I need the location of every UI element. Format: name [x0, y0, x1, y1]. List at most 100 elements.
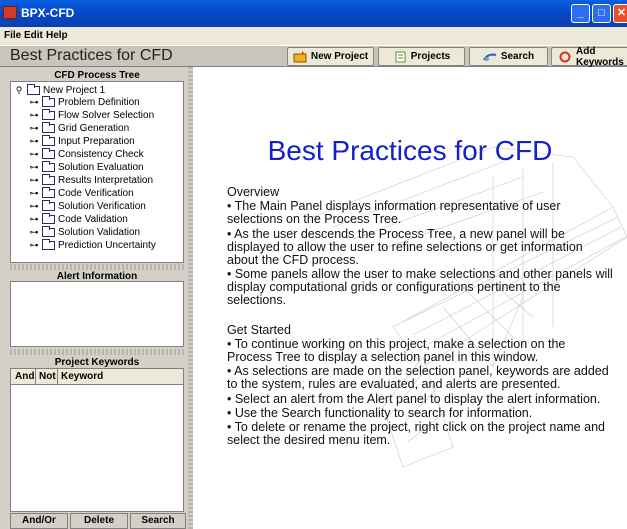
main-panel: Best Practices for CFD Overview • The Ma…	[193, 67, 627, 529]
folder-icon	[42, 225, 55, 237]
tree-item[interactable]: ⊶ Flow Solver Selection	[29, 108, 155, 121]
get-started-item: • As selections are made on the selectio…	[227, 364, 609, 391]
overview-item: • The Main Panel displays information re…	[227, 199, 561, 226]
tree-item[interactable]: ⊶ Prediction Uncertainty	[29, 238, 156, 251]
collapse-handle-icon[interactable]: ⊶	[29, 188, 39, 199]
collapse-handle-icon[interactable]: ⊶	[29, 136, 39, 147]
new-project-icon	[293, 50, 307, 63]
menu-bar: File Edit Help	[0, 27, 627, 45]
add-keywords-icon	[558, 51, 572, 63]
tree-item-label: Code Validation	[58, 213, 128, 225]
folder-icon	[42, 160, 55, 172]
search-keywords-button[interactable]: Search	[130, 513, 186, 529]
minimize-button[interactable]: _	[571, 4, 590, 23]
menu-help[interactable]: Help	[46, 30, 68, 41]
close-button[interactable]: ✕	[613, 4, 627, 23]
tree-item[interactable]: ⊶ Code Verification	[29, 186, 134, 199]
column-and[interactable]: And	[15, 371, 34, 382]
tree-item-label: Input Preparation	[58, 135, 135, 147]
overview-item: • As the user descends the Process Tree,…	[227, 227, 583, 267]
menu-edit[interactable]: Edit	[24, 30, 43, 41]
folder-icon	[42, 238, 55, 250]
tree-root[interactable]: ⚲ New Project 1	[14, 83, 106, 96]
delete-button[interactable]: Delete	[70, 513, 128, 529]
get-started-item: • To continue working on this project, m…	[227, 337, 566, 364]
folder-icon	[42, 134, 55, 146]
search-label: Search	[500, 51, 535, 62]
tree-item-label: Consistency Check	[58, 148, 144, 160]
tree-item[interactable]: ⊶ Input Preparation	[29, 134, 135, 147]
projects-icon	[393, 51, 407, 63]
collapse-handle-icon[interactable]: ⊶	[29, 110, 39, 121]
alert-keywords-splitter[interactable]	[10, 349, 184, 355]
search-button[interactable]: Search	[469, 47, 548, 66]
collapse-handle-icon[interactable]: ⊶	[29, 240, 39, 251]
search-icon	[482, 51, 497, 63]
get-started-heading: Get Started	[227, 323, 291, 337]
get-started-item: • To delete or rename the project, right…	[227, 420, 605, 447]
tree-item-label: Flow Solver Selection	[58, 109, 155, 121]
folder-icon	[42, 173, 55, 185]
folder-icon	[42, 212, 55, 224]
folder-icon	[27, 83, 40, 95]
folder-icon	[42, 147, 55, 159]
projects-label: Projects	[410, 51, 451, 62]
tree-item[interactable]: ⊶ Solution Validation	[29, 225, 141, 238]
get-started-item: • Use the Search functionality to search…	[227, 406, 533, 420]
folder-icon	[42, 121, 55, 133]
tree-item-label: Prediction Uncertainty	[58, 239, 156, 251]
tree-root-label: New Project 1	[43, 84, 106, 96]
column-keyword[interactable]: Keyword	[61, 371, 103, 382]
tree-item[interactable]: ⊶ Consistency Check	[29, 147, 144, 160]
tree-item[interactable]: ⊶ Problem Definition	[29, 95, 140, 108]
process-tree[interactable]: ⚲ New Project 1 ⊶ Problem Definition ⊶ Flo…	[10, 81, 184, 263]
title-bar[interactable]: BPX-CFD _ □ ✕	[0, 0, 627, 27]
tree-item[interactable]: ⊶ Solution Evaluation	[29, 160, 144, 173]
menu-file[interactable]: File	[4, 30, 21, 41]
tree-item-label: Problem Definition	[58, 96, 140, 108]
tree-item[interactable]: ⊶ Code Validation	[29, 212, 128, 225]
tree-item-label: Solution Verification	[58, 200, 146, 212]
expand-icon[interactable]: ⚲	[14, 85, 24, 96]
tree-item-label: Grid Generation	[58, 122, 130, 134]
overview-item: • Some panels allow the user to make sel…	[227, 267, 613, 307]
collapse-handle-icon[interactable]: ⊶	[29, 227, 39, 238]
tree-alert-splitter[interactable]	[10, 264, 184, 270]
collapse-handle-icon[interactable]: ⊶	[29, 149, 39, 160]
collapse-handle-icon[interactable]: ⊶	[29, 123, 39, 134]
keywords-table[interactable]: And Not Keyword	[10, 368, 184, 512]
folder-icon	[42, 199, 55, 211]
keywords-table-header: And Not Keyword	[11, 369, 183, 385]
new-project-button[interactable]: New Project	[287, 47, 374, 66]
overview-heading: Overview	[227, 185, 280, 199]
add-keywords-label: Add Keywords	[576, 45, 624, 68]
window-title: BPX-CFD	[21, 6, 75, 20]
collapse-handle-icon[interactable]: ⊶	[29, 162, 39, 173]
collapse-handle-icon[interactable]: ⊶	[29, 201, 39, 212]
tree-item[interactable]: ⊶ Solution Verification	[29, 199, 146, 212]
column-not[interactable]: Not	[39, 371, 56, 382]
projects-button[interactable]: Projects	[378, 47, 465, 66]
folder-icon	[42, 186, 55, 198]
folder-icon	[42, 95, 55, 107]
tree-item-label: Solution Evaluation	[58, 161, 144, 173]
folder-icon	[42, 108, 55, 120]
alert-list[interactable]	[10, 281, 184, 347]
add-keywords-button[interactable]: Add Keywords	[551, 45, 627, 68]
collapse-handle-icon[interactable]: ⊶	[29, 175, 39, 186]
app-icon	[3, 6, 17, 19]
tree-item-label: Solution Validation	[58, 226, 141, 238]
tree-item-label: Results Interpretation	[58, 174, 154, 186]
header-title: Best Practices for CFD	[10, 47, 173, 64]
maximize-button[interactable]: □	[592, 4, 611, 23]
collapse-handle-icon[interactable]: ⊶	[29, 97, 39, 108]
main-title: Best Practices for CFD	[267, 135, 553, 166]
tree-item[interactable]: ⊶ Results Interpretation	[29, 173, 154, 186]
new-project-label: New Project	[310, 51, 369, 62]
get-started-item: • Select an alert from the Alert panel t…	[227, 392, 601, 406]
header-bar: Best Practices for CFD New Project Proje…	[0, 45, 627, 68]
tree-item[interactable]: ⊶ Grid Generation	[29, 121, 130, 134]
collapse-handle-icon[interactable]: ⊶	[29, 214, 39, 225]
and-or-button[interactable]: And/Or	[10, 513, 68, 529]
tree-item-label: Code Verification	[58, 187, 134, 199]
